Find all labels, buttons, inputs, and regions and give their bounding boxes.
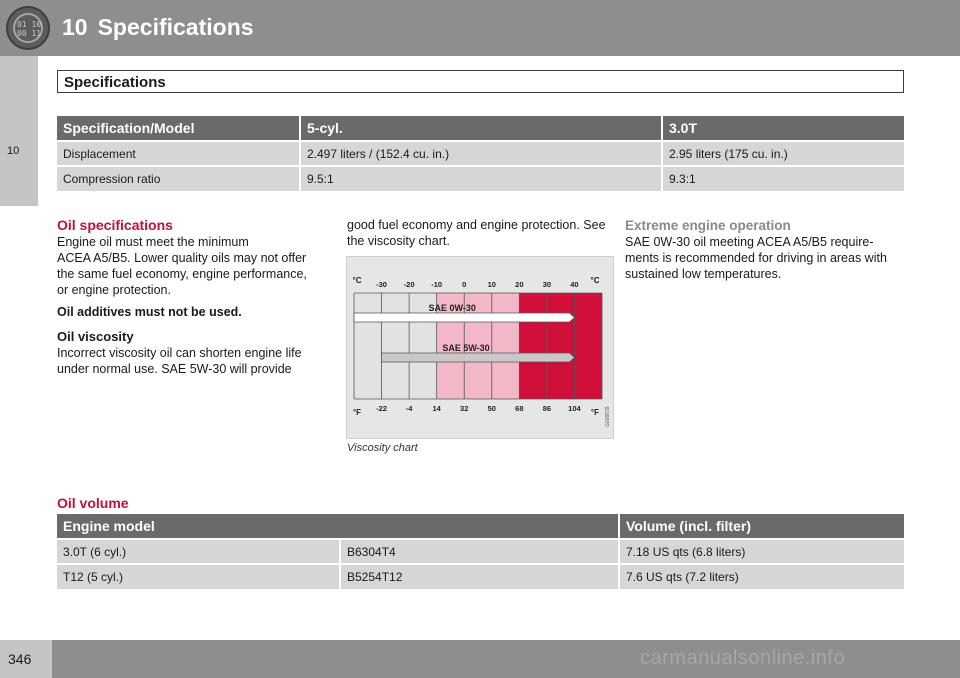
table-header-row: Specification/Model 5-cyl. 3.0T — [57, 116, 904, 141]
celsius-tick-label: 40 — [570, 280, 578, 289]
celsius-tick-label: -10 — [431, 280, 442, 289]
body-text-line: the viscosity chart. — [347, 234, 450, 248]
celsius-tick-label: -20 — [404, 280, 415, 289]
fahrenheit-unit-left: °F — [353, 408, 361, 417]
extreme-operation-column: Extreme engine operation SAE 0W-30 oil m… — [625, 217, 910, 282]
table-header-cell: Engine model — [57, 514, 620, 539]
table-header-cell: 3.0T — [662, 116, 904, 141]
table-cell: B6304T4 — [340, 538, 620, 564]
table-row: T12 (5 cyl.) B5254T12 7.6 US qts (7.2 li… — [57, 563, 904, 589]
body-text-line: Incorrect viscosity oil can shorten engi… — [57, 346, 302, 360]
chapter-counter-icon: 01 10 00 11 — [6, 6, 50, 50]
body-text-line: Engine oil must meet the minimum — [57, 235, 249, 249]
table-cell: T12 (5 cyl.) — [57, 563, 341, 589]
additives-warning: Oil additives must not be used. — [57, 305, 242, 319]
body-text-line: the same fuel economy, engine performanc… — [57, 267, 307, 281]
section-title-box: Specifications — [57, 70, 904, 93]
fahrenheit-tick-label: 14 — [432, 404, 441, 413]
table-row: 3.0T (6 cyl.) B6304T4 7.18 US qts (6.8 l… — [57, 538, 904, 564]
table-cell: 2.95 liters (175 cu. in.) — [662, 140, 904, 166]
page-footer-bar: 346 carmanualsonline.info — [0, 640, 960, 678]
chapter-header-bar: 01 10 00 11 10 Specifications — [0, 0, 960, 56]
chapter-number: 10 — [62, 14, 88, 40]
table-cell: 2.497 liters / (152.4 cu. in.) — [300, 140, 663, 166]
table-cell: 7.6 US qts (7.2 liters) — [619, 563, 904, 589]
page-number: 346 — [0, 640, 52, 678]
figure-code: G026678 — [605, 406, 611, 427]
fahrenheit-tick-label: 32 — [460, 404, 468, 413]
table-header-row: Engine model Volume (incl. filter) — [57, 514, 904, 539]
table-row: Compression ratio 9.5:1 9.3:1 — [57, 165, 904, 191]
fahrenheit-tick-label: 50 — [488, 404, 496, 413]
icon-digits-top: 01 10 — [17, 20, 42, 29]
table-cell: B5254T12 — [340, 563, 620, 589]
table-cell: 7.18 US qts (6.8 liters) — [619, 538, 904, 564]
fahrenheit-unit-right: °F — [591, 408, 599, 417]
series-bar — [353, 312, 576, 323]
fahrenheit-tick-label: 68 — [515, 404, 523, 413]
specification-table: Specification/Model 5-cyl. 3.0T Displace… — [57, 116, 904, 191]
section-title: Specifications — [64, 74, 166, 91]
celsius-tick-label: 20 — [515, 280, 523, 289]
chapter-title: 10 Specifications — [62, 14, 254, 41]
chapter-name: Specifications — [97, 14, 254, 40]
watermark-text: carmanualsonline.info — [640, 647, 846, 669]
extreme-operation-heading: Extreme engine operation — [625, 218, 791, 233]
oil-spec-heading: Oil specifications — [57, 217, 173, 233]
celsius-unit-right: °C — [591, 276, 600, 285]
table-cell: 3.0T (6 cyl.) — [57, 538, 341, 564]
viscosity-continued-text: good fuel economy and engine protection.… — [347, 217, 617, 249]
body-text-line: or engine protection. — [57, 283, 171, 297]
body-text-line: under normal use. SAE 5W-30 will provide — [57, 362, 292, 376]
oil-volume-heading: Oil volume — [57, 495, 129, 511]
table-cell: 9.3:1 — [662, 165, 904, 191]
fahrenheit-tick-label: -22 — [376, 404, 387, 413]
viscosity-chart: SAE 0W-30 SAE 5W-30 -30 -22 -20 -4 -10 14 0 32 10… — [346, 256, 614, 439]
oil-spec-column: Oil specifications Engine oil must meet … — [57, 216, 327, 377]
body-text-line: ments is recommended for driving in area… — [625, 251, 887, 265]
oil-viscosity-heading: Oil viscosity — [57, 329, 134, 344]
series-label: SAE 0W-30 — [429, 303, 476, 313]
celsius-tick-label: 30 — [543, 280, 551, 289]
table-header-cell: Specification/Model — [57, 116, 301, 141]
celsius-unit-left: °C — [353, 276, 362, 285]
fahrenheit-tick-label: -4 — [406, 404, 413, 413]
viscosity-chart-caption: Viscosity chart — [347, 442, 418, 454]
table-row: Displacement 2.497 liters / (152.4 cu. i… — [57, 140, 904, 166]
icon-digits-bottom: 00 11 — [17, 29, 42, 38]
table-cell: 9.5:1 — [300, 165, 663, 191]
side-tab-number: 10 — [7, 145, 20, 157]
viscosity-chart-svg: SAE 0W-30 SAE 5W-30 -30 -22 -20 -4 -10 14 0 32 10… — [353, 276, 611, 427]
celsius-tick-label: 10 — [488, 280, 496, 289]
series-label: SAE 5W-30 — [442, 343, 489, 353]
body-text-line: good fuel economy and engine protection.… — [347, 218, 606, 232]
celsius-tick-label: -30 — [376, 280, 387, 289]
body-text-line: sustained low temperatures. — [625, 267, 782, 281]
body-text-line: ACEA A5/B5. Lower quality oils may not o… — [57, 251, 307, 265]
fahrenheit-tick-label: 104 — [568, 404, 581, 413]
series-bar — [381, 352, 576, 363]
table-header-cell: 5-cyl. — [300, 116, 663, 141]
chapter-side-tab: 10 — [0, 56, 38, 206]
body-text-line: SAE 0W-30 oil meeting ACEA A5/B5 require… — [625, 235, 874, 249]
fahrenheit-tick-label: 86 — [543, 404, 551, 413]
celsius-tick-label: 0 — [462, 280, 466, 289]
temperature-zone — [519, 293, 602, 399]
table-cell: Compression ratio — [57, 165, 301, 191]
temperature-zone — [354, 293, 437, 399]
table-cell: Displacement — [57, 140, 301, 166]
oil-volume-table: Engine model Volume (incl. filter) 3.0T … — [57, 514, 904, 589]
table-header-cell: Volume (incl. filter) — [619, 514, 904, 539]
